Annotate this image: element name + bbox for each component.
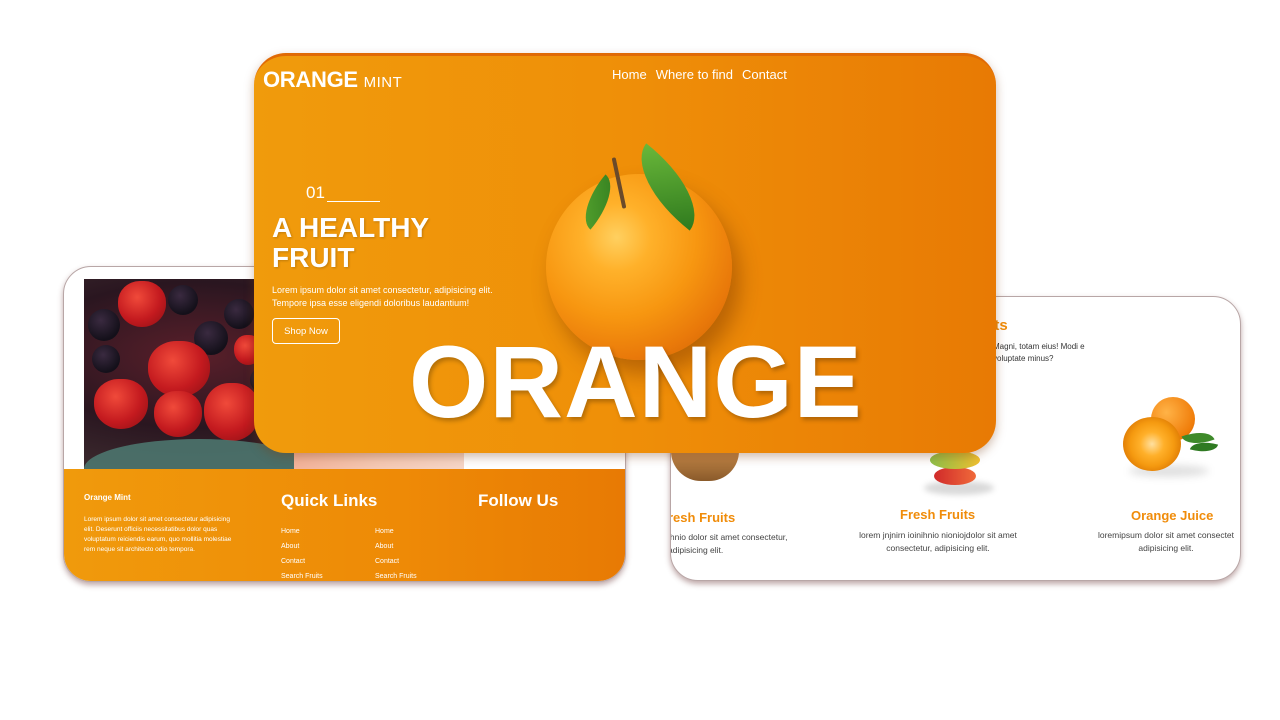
footer-link-search[interactable]: Search Fruits (375, 569, 417, 581)
hero-big-word: ORANGE (409, 325, 863, 439)
footer-link-home[interactable]: Home (375, 524, 417, 539)
footer-link-about[interactable]: About (281, 539, 323, 554)
quick-links-heading: Quick Links (281, 491, 378, 510)
slide-number-underline (327, 201, 380, 202)
shop-now-button[interactable]: Shop Now (272, 318, 340, 344)
product-description: lorem jnjnirn ioinihnio nioniojdolor sit… (859, 530, 1017, 553)
hero-title: A HEALTHY FRUIT (272, 212, 429, 273)
nav-home[interactable]: Home (612, 67, 647, 82)
product-description: ihnio dolor sit amet consectetur, adipis… (670, 532, 788, 555)
footer-link-search[interactable]: Search Fruits (281, 569, 323, 581)
footer-description: Lorem ipsum dolor sit amet consectetur a… (84, 516, 232, 553)
links-column-1: Home About Contact Search Fruits (281, 524, 323, 581)
hero-card: ORANGE MINT Home Where to find Contact 0… (254, 53, 996, 453)
main-nav: Home Where to find Contact (612, 67, 787, 82)
hero-text: Lorem ipsum dolor sit amet consectetur, … (272, 285, 493, 308)
orange-juice-image (1119, 397, 1229, 477)
footer-section: Orange Mint Lorem ipsum dolor sit amet c… (64, 469, 625, 581)
nav-where-to-find[interactable]: Where to find (656, 67, 733, 82)
footer-link-home[interactable]: Home (281, 524, 323, 539)
product-name: Fresh Fruits (900, 507, 976, 522)
site-logo[interactable]: ORANGE MINT (263, 67, 402, 93)
product-name: resh Fruits (670, 510, 736, 525)
logo-main-text: ORANGE (263, 67, 358, 92)
logo-sub-text: MINT (363, 74, 403, 91)
follow-us-heading: Follow Us (478, 491, 559, 510)
footer-brand: Orange Mint (84, 493, 131, 502)
nav-contact[interactable]: Contact (742, 67, 787, 82)
products-intro: Magni, totam eius! Modi e voluptate minu… (993, 342, 1085, 363)
links-column-2: Home About Contact Search Fruits (375, 524, 417, 581)
footer-link-about[interactable]: About (375, 539, 417, 554)
product-name: Orange Juice (1131, 508, 1214, 523)
footer-link-contact[interactable]: Contact (281, 554, 323, 569)
product-description: loremipsum dolor sit amet consectet adip… (1097, 530, 1235, 553)
slide-number: 01 (306, 183, 325, 202)
footer-link-contact[interactable]: Contact (375, 554, 417, 569)
fruit-basket-image (671, 451, 739, 481)
